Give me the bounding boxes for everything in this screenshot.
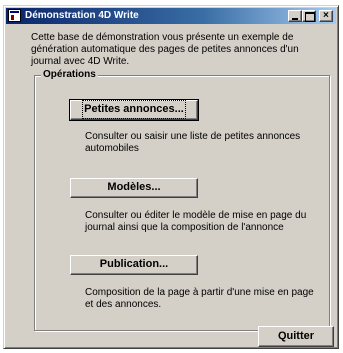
close-button[interactable]: × <box>319 10 333 22</box>
close-icon: × <box>323 10 329 21</box>
petites-annonces-description: Consulter ou saisir une liste de petites… <box>85 131 301 154</box>
operations-group: Opérations Petites annonces... Consulter… <box>34 69 330 331</box>
publication-button-label: Publication... <box>99 258 169 270</box>
intro-text: Cette base de démonstration vous présent… <box>31 32 299 67</box>
minimize-button[interactable] <box>288 10 302 22</box>
maximize-button[interactable] <box>302 10 316 22</box>
publication-description: Composition de la page à partir d'une mi… <box>85 287 314 310</box>
app-window: Démonstration 4D Write × Cette base de d… <box>3 5 339 349</box>
modeles-button-label: Modèles... <box>107 181 161 193</box>
window-title: Démonstration 4D Write <box>25 10 139 21</box>
petites-annonces-button-label: Petites annonces... <box>82 100 186 119</box>
operations-group-label: Opérations <box>41 69 98 80</box>
quitter-button[interactable]: Quitter <box>258 326 334 347</box>
publication-button[interactable]: Publication... <box>70 255 198 275</box>
petites-annonces-button[interactable]: Petites annonces... <box>69 99 199 121</box>
modeles-button[interactable]: Modèles... <box>70 178 198 198</box>
title-bar[interactable]: Démonstration 4D Write × <box>6 8 336 24</box>
quitter-button-label: Quitter <box>277 330 315 342</box>
app-icon[interactable] <box>8 9 21 22</box>
modeles-description: Consulter ou éditer le modèle de mise en… <box>85 210 307 233</box>
